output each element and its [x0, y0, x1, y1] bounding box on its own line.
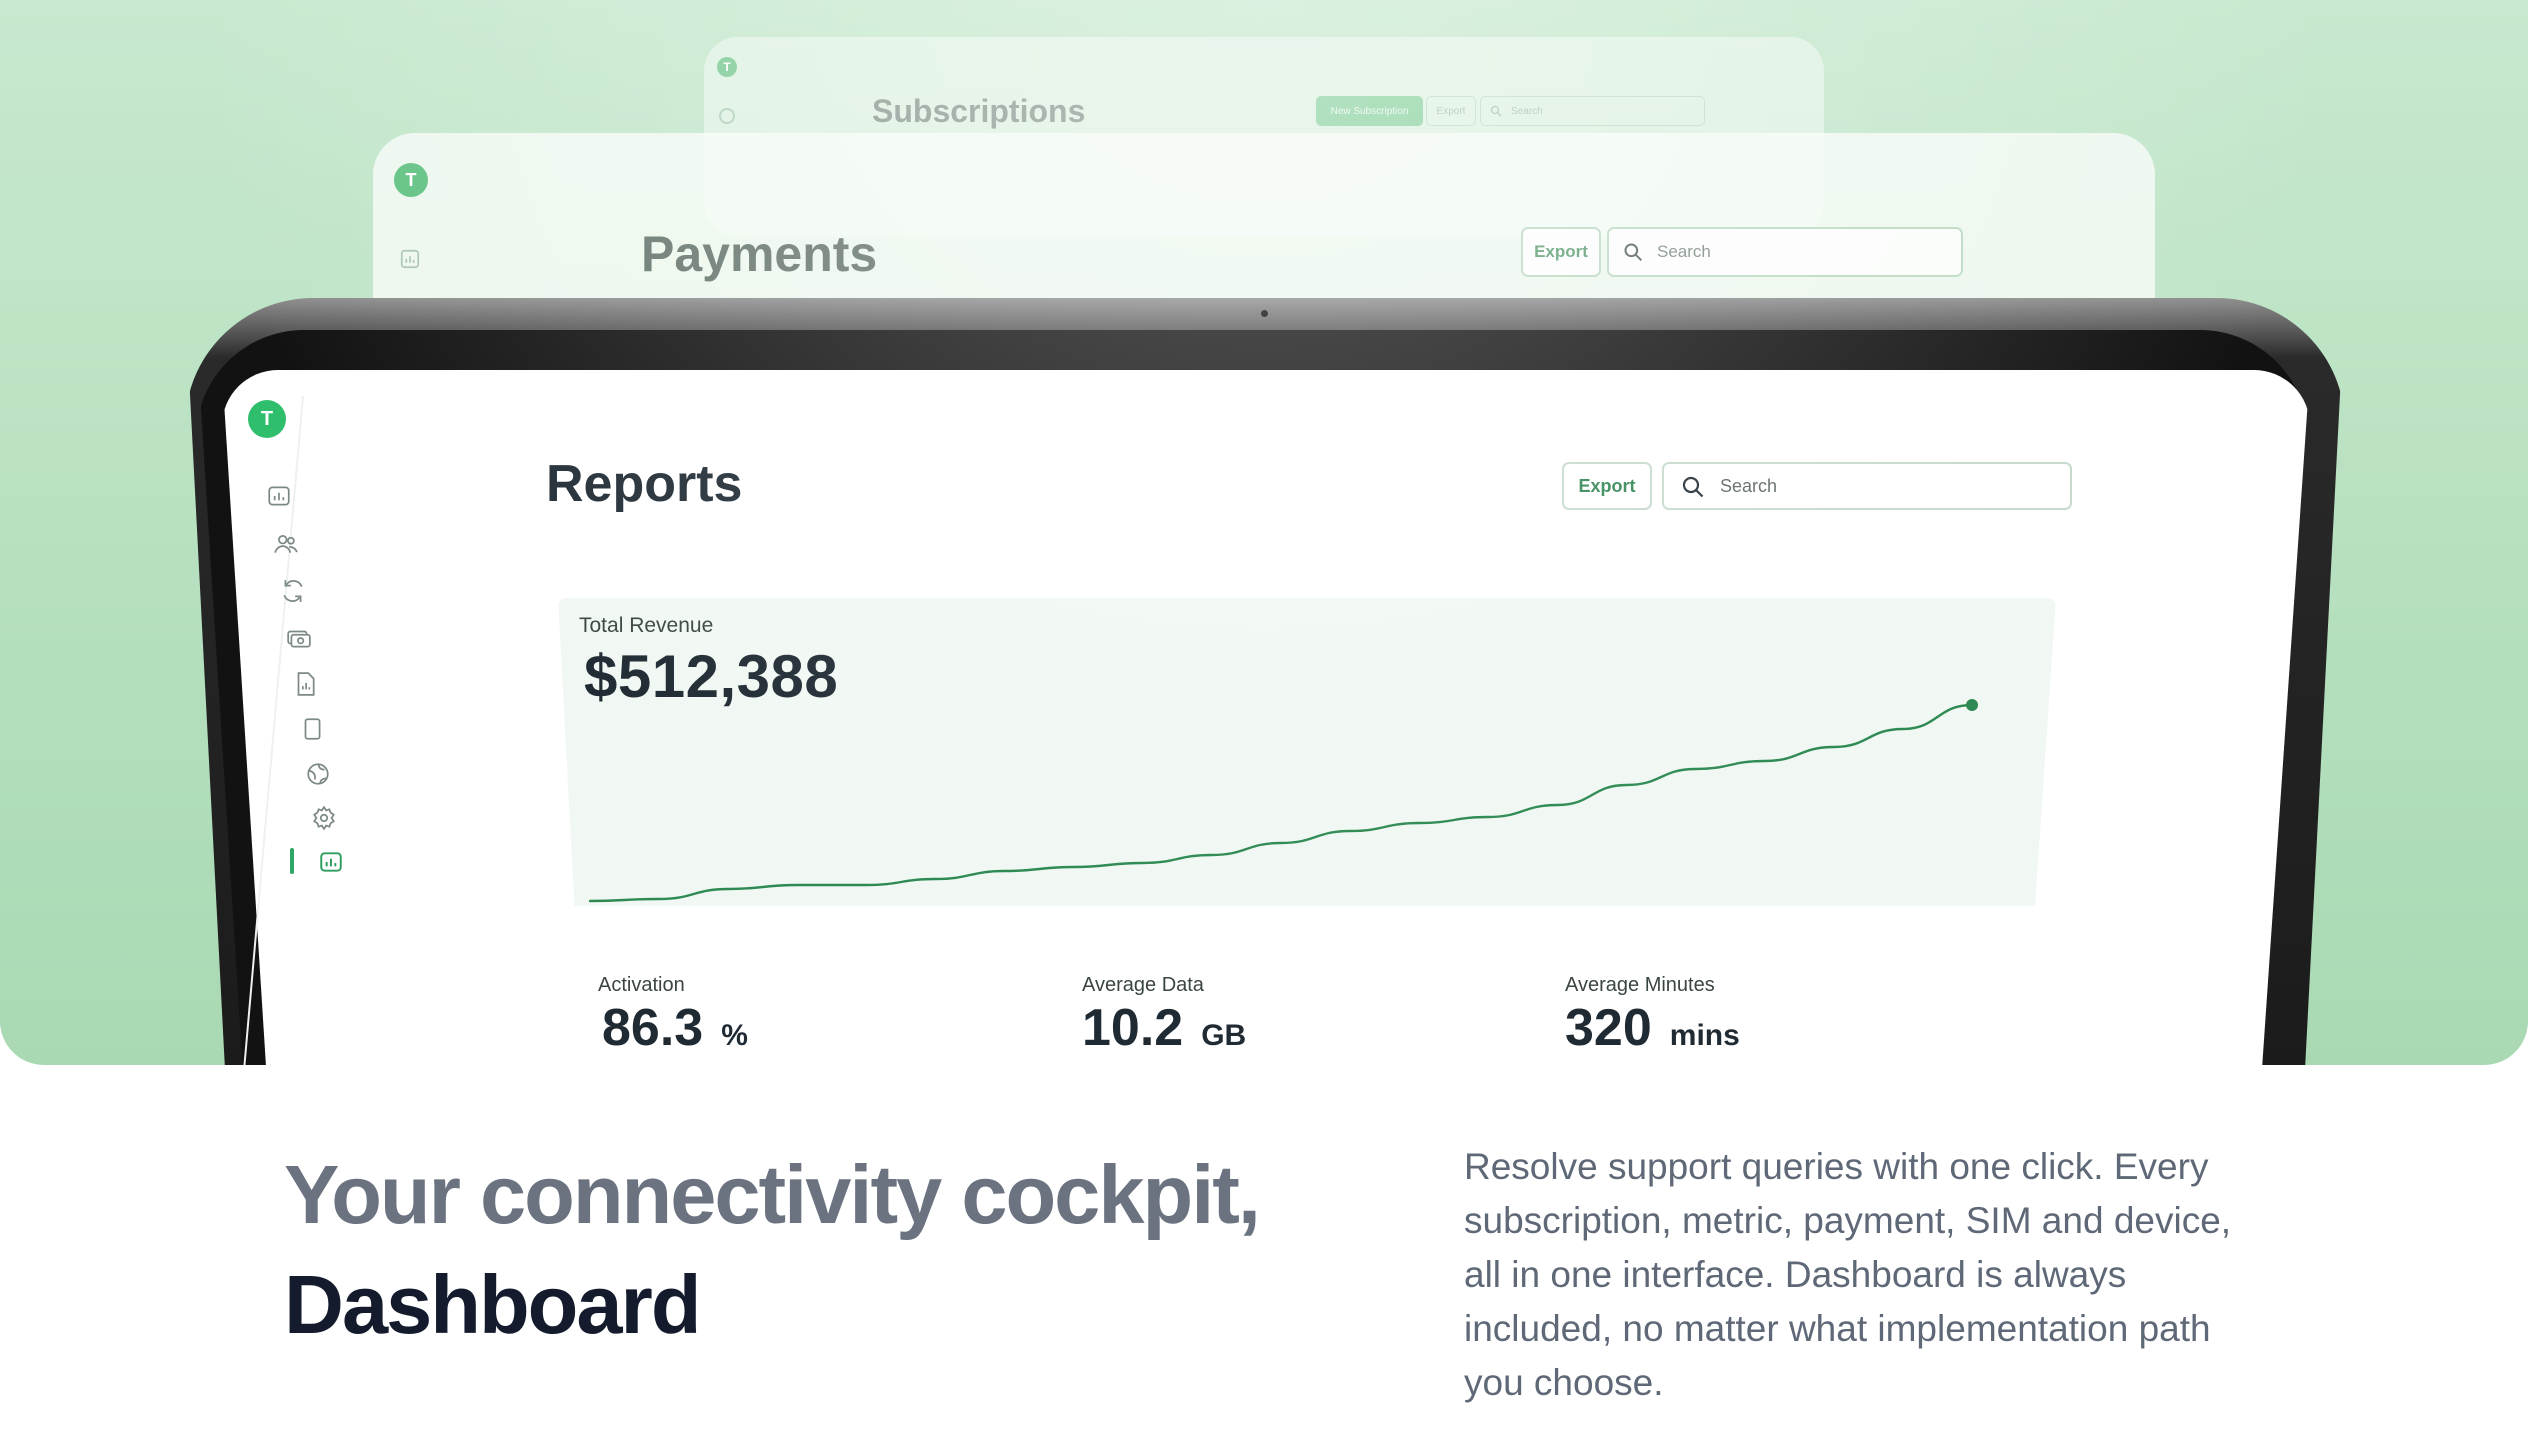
metric-unit: mins	[1669, 1019, 1740, 1052]
export-button[interactable]: Export	[1562, 462, 1652, 510]
active-nav-indicator	[290, 848, 294, 874]
dashboard-chart-icon	[400, 249, 420, 269]
payments-icon[interactable]	[286, 625, 312, 651]
metric-value-average-minutes: 320 mins	[1565, 998, 1740, 1058]
description-text: Resolve support queries with one click. …	[1464, 1146, 2232, 1403]
search-placeholder: Search	[1657, 242, 1711, 261]
metric-label-average-data: Average Data	[1082, 974, 1204, 996]
refresh-icon[interactable]	[280, 578, 306, 604]
metric-number: 10.2	[1082, 999, 1184, 1057]
headline-line-2: Dashboard	[284, 1258, 702, 1351]
dashboard-icon	[719, 108, 735, 124]
users-icon[interactable]	[273, 531, 299, 557]
headline-line-1: Your connectivity cockpit,	[284, 1148, 1261, 1241]
headline: Your connectivity cockpit, Dashboard	[284, 1140, 1504, 1360]
app-logo: T	[394, 163, 428, 197]
total-revenue-label: Total Revenue	[579, 614, 714, 637]
search-icon	[1624, 243, 1643, 262]
hero-section: T Subscriptions New Subscription Export …	[0, 0, 2528, 1065]
search-placeholder: Search	[1511, 105, 1543, 117]
export-button[interactable]: Export	[1521, 227, 1601, 277]
search-icon	[1490, 105, 1502, 117]
camera-dot	[1261, 310, 1268, 317]
search-input[interactable]: Search	[1662, 462, 2072, 510]
metric-label-average-minutes: Average Minutes	[1565, 974, 1715, 996]
metric-label-activation: Activation	[598, 974, 685, 996]
search-input[interactable]: Search	[1480, 96, 1705, 126]
page-title: Subscriptions	[872, 93, 1086, 129]
search-input[interactable]: Search	[1607, 227, 1963, 277]
dashboard-chart-icon[interactable]	[266, 483, 292, 509]
new-subscription-button[interactable]: New Subscription	[1316, 96, 1423, 126]
reports-icon[interactable]	[318, 849, 344, 875]
app-logo[interactable]: T	[248, 400, 286, 438]
metric-value-average-data: 10.2 GB	[1082, 998, 1246, 1058]
metric-number: 320	[1565, 999, 1652, 1057]
page-title: Payments	[641, 226, 878, 282]
export-button[interactable]: Export	[1426, 96, 1476, 126]
metric-value-activation: 86.3%	[602, 998, 748, 1058]
page-title: Reports	[546, 455, 743, 513]
app-logo: T	[717, 57, 737, 77]
settings-icon[interactable]	[311, 805, 337, 831]
document-icon[interactable]	[299, 716, 325, 742]
metric-unit: %	[721, 1019, 748, 1052]
metric-unit: GB	[1201, 1019, 1247, 1052]
globe-icon[interactable]	[305, 761, 331, 787]
report-file-icon[interactable]	[292, 671, 318, 697]
search-icon	[1682, 476, 1704, 498]
search-placeholder: Search	[1720, 475, 1778, 496]
metric-number: 86.3	[602, 999, 704, 1057]
total-revenue-value: $512,388	[584, 643, 839, 710]
